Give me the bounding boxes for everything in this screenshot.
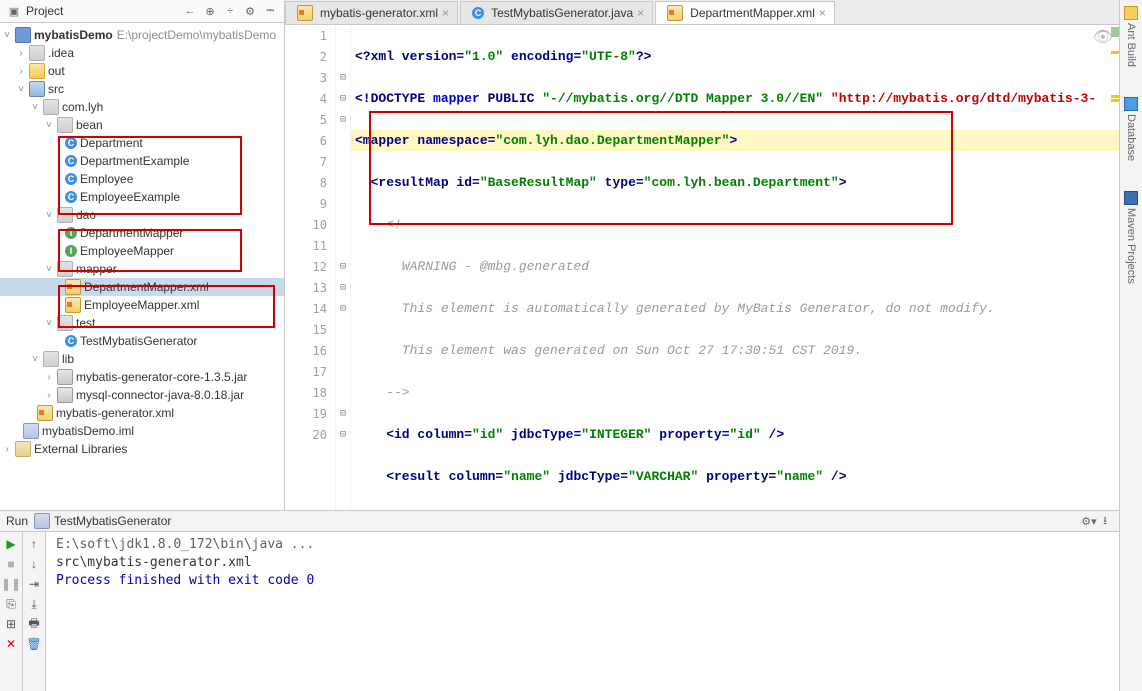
editor-tabs: mybatis-generator.xml× CTestMybatisGener…: [285, 0, 1119, 25]
tree-root[interactable]: ˅mybatisDemo E:\projectDemo\mybatisDemo: [0, 26, 284, 44]
stop-button[interactable]: ■: [3, 556, 19, 572]
tree-bean-item[interactable]: CDepartmentExample: [0, 152, 284, 170]
tab-label: mybatis-generator.xml: [320, 6, 438, 20]
fold-gutter[interactable]: ⊟⊟⊟⊟⊟⊟⊟⊟: [336, 25, 351, 510]
wrap-icon[interactable]: ⇥: [26, 576, 42, 592]
database-tool[interactable]: Database: [1124, 97, 1138, 161]
tree-bean[interactable]: ˅bean: [0, 116, 284, 134]
close-icon[interactable]: ×: [819, 6, 826, 20]
run-config-icon: [34, 513, 50, 529]
tree-dao-item[interactable]: IDepartmentMapper: [0, 224, 284, 242]
tree-iml[interactable]: mybatisDemo.iml: [0, 422, 284, 440]
project-panel-header: ▣ Project ← ⊕ ÷ ⚙ ⭲: [0, 0, 284, 23]
console-line: Process finished with exit code 0: [56, 572, 1109, 590]
database-icon: [1124, 97, 1138, 111]
tree-idea[interactable]: ›.idea: [0, 44, 284, 62]
tree-dao[interactable]: ˅dao: [0, 206, 284, 224]
project-panel: ▣ Project ← ⊕ ÷ ⚙ ⭲ ˅mybatisDemo E:\proj…: [0, 0, 285, 510]
print-icon[interactable]: 🖶: [26, 616, 42, 632]
run-label: Run: [6, 514, 28, 528]
console-line: E:\soft\jdk1.8.0_172\bin\java ...: [56, 536, 1109, 554]
run-toolbar: Run TestMybatisGenerator ⚙▾ ⭳: [0, 511, 1119, 532]
error-stripe[interactable]: [1109, 25, 1119, 510]
maven-tool[interactable]: Maven Projects: [1124, 191, 1138, 284]
project-icon: ▣: [6, 3, 22, 19]
tree-genxml[interactable]: mybatis-generator.xml: [0, 404, 284, 422]
code-content[interactable]: <?xml version="1.0" encoding="UTF-8"?> <…: [351, 25, 1119, 510]
tab-departmentmapper[interactable]: DepartmentMapper.xml ×: [655, 1, 835, 24]
editor-area: mybatis-generator.xml× CTestMybatisGener…: [285, 0, 1119, 510]
close-icon[interactable]: ×: [637, 6, 644, 20]
down-icon[interactable]: ↓: [26, 556, 42, 572]
tree-lib-item[interactable]: ›mybatis-generator-core-1.3.5.jar: [0, 368, 284, 386]
console-run-controls: ▶ ■ ❚❚ ⎘ ⊞ ✕: [0, 532, 23, 691]
project-tree[interactable]: ˅mybatisDemo E:\projectDemo\mybatisDemo …: [0, 23, 284, 510]
tree-src[interactable]: ˅src: [0, 80, 284, 98]
code-editor[interactable]: 1234567891011121314151617181920 ⊟⊟⊟⊟⊟⊟⊟⊟…: [285, 25, 1119, 510]
tree-comlyh[interactable]: ˅com.lyh: [0, 98, 284, 116]
dump-button[interactable]: ⎘: [3, 596, 19, 612]
console-panel: ▶ ■ ❚❚ ⎘ ⊞ ✕ ↑ ↓ ⇥ ⤓ 🖶 🗑 E:\soft\jdk1.8.…: [0, 532, 1119, 691]
ant-build-tool[interactable]: Ant Build: [1124, 6, 1138, 67]
tree-test[interactable]: ˅test: [0, 314, 284, 332]
line-number-gutter: 1234567891011121314151617181920: [285, 25, 336, 510]
tree-bean-item[interactable]: CEmployee: [0, 170, 284, 188]
tree-out[interactable]: ›out: [0, 62, 284, 80]
settings-icon[interactable]: ⚙: [242, 3, 258, 19]
tree-external-libraries[interactable]: ›External Libraries: [0, 440, 284, 458]
right-tool-strip: Ant Build Database Maven Projects: [1119, 0, 1142, 691]
tree-lib-item[interactable]: ›mysql-connector-java-8.0.18.jar: [0, 386, 284, 404]
ant-icon: [1124, 6, 1138, 20]
tree-dao-item[interactable]: IEmployeeMapper: [0, 242, 284, 260]
tree-bean-item[interactable]: CEmployeeExample: [0, 188, 284, 206]
console-output[interactable]: E:\soft\jdk1.8.0_172\bin\java ... src\my…: [46, 532, 1119, 691]
console-output-controls: ↑ ↓ ⇥ ⤓ 🖶 🗑: [23, 532, 46, 691]
highlight-box-code: [369, 111, 953, 225]
console-line: src\mybatis-generator.xml: [56, 554, 1109, 572]
download-icon[interactable]: ⭳: [1097, 513, 1113, 529]
divide-icon[interactable]: ÷: [222, 3, 238, 19]
trash-icon[interactable]: 🗑: [26, 636, 42, 652]
run-config-name[interactable]: TestMybatisGenerator: [54, 514, 171, 528]
left-arrow-icon[interactable]: ←: [182, 3, 198, 19]
tree-bean-item[interactable]: CDepartment: [0, 134, 284, 152]
tree-mapper[interactable]: ˅mapper: [0, 260, 284, 278]
tab-label: TestMybatisGenerator.java: [491, 6, 633, 20]
layout-button[interactable]: ⊞: [3, 616, 19, 632]
up-icon[interactable]: ↑: [26, 536, 42, 552]
tab-mybatis-generator[interactable]: mybatis-generator.xml ×: [285, 1, 458, 24]
run-button[interactable]: ▶: [3, 536, 19, 552]
target-icon[interactable]: ⊕: [202, 3, 218, 19]
tree-test-item[interactable]: CTestMybatisGenerator: [0, 332, 284, 350]
tab-label: DepartmentMapper.xml: [690, 6, 815, 20]
tree-mapper-item-selected[interactable]: DepartmentMapper.xml: [0, 278, 284, 296]
pause-button[interactable]: ❚❚: [3, 576, 19, 592]
tab-testmybatis[interactable]: CTestMybatisGenerator.java×: [460, 1, 653, 24]
close-console-button[interactable]: ✕: [3, 636, 19, 652]
project-panel-title: Project: [26, 4, 63, 18]
tree-lib[interactable]: ˅lib: [0, 350, 284, 368]
collapse-icon[interactable]: ⭲: [262, 3, 278, 19]
maven-icon: [1124, 191, 1138, 205]
tree-mapper-item[interactable]: EmployeeMapper.xml: [0, 296, 284, 314]
close-icon[interactable]: ×: [442, 6, 449, 20]
gear-icon[interactable]: ⚙▾: [1081, 513, 1097, 529]
scroll-icon[interactable]: ⤓: [26, 596, 42, 612]
